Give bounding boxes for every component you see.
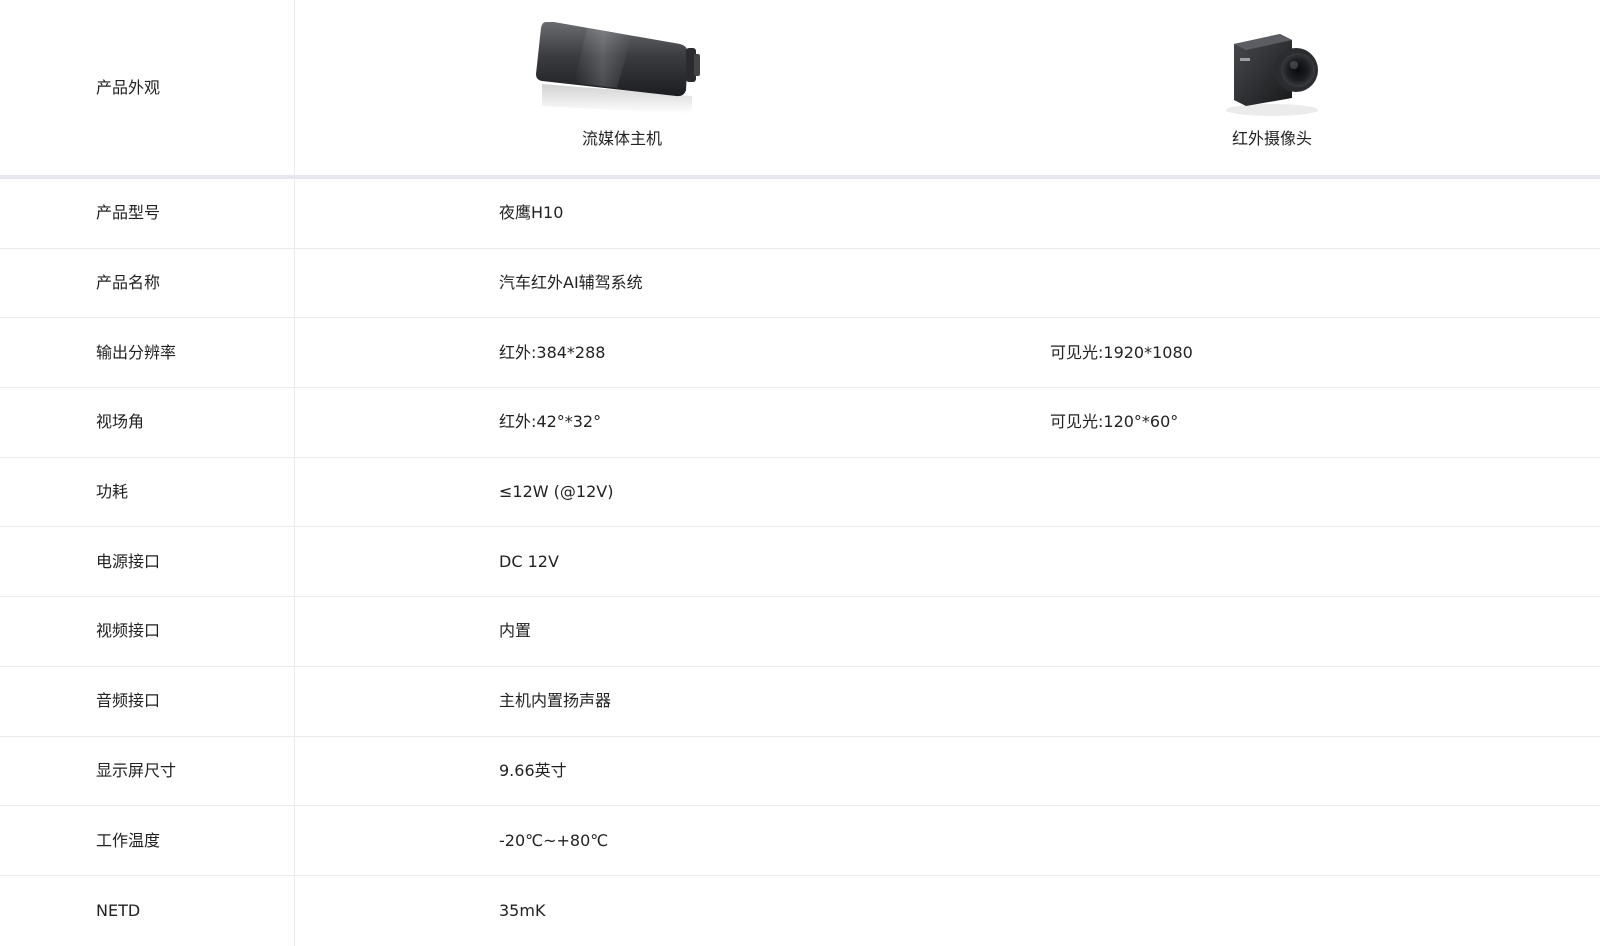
- spec-value-secondary: 可见光:120°*60°: [1050, 412, 1179, 432]
- rearview-mirror-host-image: [492, 14, 752, 120]
- spec-label: 视场角: [96, 412, 145, 432]
- spec-value-secondary: 可见光:1920*1080: [1050, 342, 1193, 362]
- product-infrared-camera: 红外摄像头: [1142, 14, 1402, 150]
- product-camera-name: 红外摄像头: [1231, 129, 1312, 148]
- spec-row-audio-interface: 音频接口 主机内置扬声器: [0, 667, 1600, 737]
- spec-row-resolution: 输出分辨率 红外:384*288 可见光:1920*1080: [0, 318, 1600, 389]
- spec-row-netd: NETD 35mK: [0, 876, 1600, 946]
- spec-value: DC 12V: [499, 551, 559, 571]
- appearance-label: 产品外观: [96, 78, 161, 97]
- spec-value: 汽车红外AI辅驾系统: [499, 273, 643, 293]
- spec-label: 功耗: [96, 482, 129, 502]
- spec-row-fov: 视场角 红外:42°*32° 可见光:120°*60°: [0, 388, 1600, 458]
- spec-value: 内置: [499, 621, 532, 641]
- spec-row-power-interface: 电源接口 DC 12V: [0, 527, 1600, 598]
- product-mirror-name: 流媒体主机: [581, 129, 662, 148]
- infrared-camera-image: [1142, 14, 1402, 120]
- product-mirror-host: 流媒体主机: [492, 14, 752, 150]
- spec-row-name: 产品名称 汽车红外AI辅驾系统: [0, 249, 1600, 319]
- spec-row-model: 产品型号 夜鹰H10: [0, 179, 1600, 249]
- spec-value: 红外:384*288: [499, 342, 606, 362]
- spec-label: 输出分辨率: [96, 342, 177, 362]
- spec-label: 视频接口: [96, 621, 161, 641]
- spec-label: 产品名称: [96, 273, 161, 293]
- spec-value: 35mK: [499, 900, 546, 920]
- spec-label: NETD: [96, 900, 141, 920]
- spec-row-power: 功耗 ≤12W (@12V): [0, 458, 1600, 528]
- spec-label: 电源接口: [96, 551, 161, 571]
- spec-row-video-interface: 视频接口 内置: [0, 597, 1600, 667]
- spec-value: 9.66英寸: [499, 760, 567, 780]
- spec-label: 产品型号: [96, 203, 161, 223]
- spec-table: 产品外观 流媒体主机 红外摄像头 产品型号 夜鹰H10 产品名称 汽车红外AI辅…: [0, 0, 1600, 946]
- spec-row-display-size: 显示屏尺寸 9.66英寸: [0, 737, 1600, 807]
- spec-row-operating-temp: 工作温度 -20℃~+80℃: [0, 806, 1600, 876]
- spec-label: 显示屏尺寸: [96, 760, 177, 780]
- spec-value: 红外:42°*32°: [499, 412, 602, 432]
- spec-value: 主机内置扬声器: [499, 691, 612, 711]
- product-appearance-row: 产品外观 流媒体主机 红外摄像头: [0, 0, 1600, 179]
- spec-label: 工作温度: [96, 830, 161, 850]
- spec-value: -20℃~+80℃: [499, 830, 609, 850]
- spec-label: 音频接口: [96, 691, 161, 711]
- spec-value: 夜鹰H10: [499, 203, 564, 223]
- spec-value: ≤12W (@12V): [499, 482, 614, 502]
